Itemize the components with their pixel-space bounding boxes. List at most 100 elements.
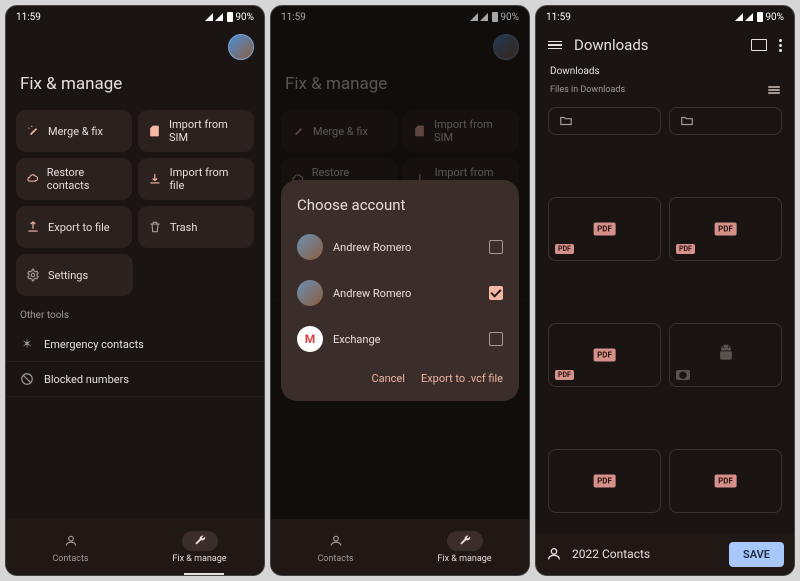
battery-pct: 90%: [765, 12, 784, 23]
export-button[interactable]: Export to .vcf file: [421, 372, 503, 385]
avatar[interactable]: [228, 34, 254, 60]
file-item[interactable]: PDF PDF: [548, 323, 661, 387]
android-label: ⬤: [676, 370, 690, 380]
avatar: [297, 234, 323, 260]
signal-icon: [745, 13, 753, 21]
folder-item[interactable]: [548, 107, 661, 135]
nav-contacts[interactable]: Contacts: [6, 519, 135, 575]
dialog-overlay: Choose account Andrew Romero Andrew Rome…: [271, 6, 529, 575]
downloads-header: Downloads: [536, 28, 794, 62]
new-folder-icon[interactable]: [751, 39, 767, 51]
exchange-avatar: M: [297, 326, 323, 352]
merge-fix-tile[interactable]: Merge & fix: [16, 110, 132, 152]
menu-icon[interactable]: [548, 41, 562, 50]
phone-screen-3: 11:59 90% Downloads Downloads Files in D…: [535, 5, 795, 576]
pdf-badge: PDF: [593, 349, 616, 362]
page-title: Downloads: [574, 36, 739, 54]
nav-label: Fix & manage: [437, 554, 491, 564]
subheader-text: Files in Downloads: [550, 85, 625, 95]
folder-item[interactable]: [669, 107, 782, 135]
account-name: Exchange: [333, 333, 479, 346]
wrench-icon: [458, 534, 472, 548]
tile-label: Trash: [170, 221, 197, 234]
nav-label: Fix & manage: [172, 554, 226, 564]
sim-icon: [148, 124, 161, 138]
file-item[interactable]: PDF: [669, 449, 782, 513]
tile-label: Import from SIM: [169, 118, 244, 144]
upload-icon: [26, 220, 40, 234]
checkbox-checked[interactable]: [489, 286, 503, 300]
wifi-icon: [735, 13, 743, 21]
emergency-contacts-row[interactable]: Emergency contacts: [6, 327, 264, 362]
file-item[interactable]: PDF: [548, 449, 661, 513]
checkbox[interactable]: [489, 332, 503, 346]
save-bar: 2022 Contacts SAVE: [536, 533, 794, 575]
file-item[interactable]: PDF PDF: [548, 197, 661, 261]
bottom-nav: Contacts Fix & manage: [271, 519, 529, 575]
pdf-badge: PDF: [714, 223, 737, 236]
download-icon: [148, 172, 162, 186]
status-bar: 11:59 90%: [536, 6, 794, 28]
breadcrumb[interactable]: Downloads: [536, 62, 794, 81]
import-file-tile[interactable]: Import from file: [138, 158, 254, 200]
battery-icon: [227, 12, 233, 22]
account-row[interactable]: Andrew Romero: [297, 270, 503, 316]
pdf-label: PDF: [555, 244, 574, 254]
battery-icon: [757, 12, 763, 22]
nav-fix-manage[interactable]: Fix & manage: [400, 519, 529, 575]
account-row[interactable]: Andrew Romero: [297, 224, 503, 270]
folder-icon: [559, 114, 573, 128]
tile-label: Import from file: [170, 166, 244, 192]
status-time: 11:59: [546, 12, 571, 23]
header: [6, 28, 264, 60]
tile-label: Settings: [48, 269, 88, 282]
list-view-icon[interactable]: [768, 86, 780, 94]
account-row[interactable]: M Exchange: [297, 316, 503, 362]
import-sim-tile[interactable]: Import from SIM: [138, 110, 254, 152]
pdf-label: PDF: [676, 244, 695, 254]
status-indicators: 90%: [205, 12, 254, 23]
phone-screen-2: 11:59 90% Fix & manage Merge & fix Impor…: [270, 5, 530, 576]
file-grid: PDF PDF PDF PDF PDF PDF ⬤ PDF PDF: [536, 99, 794, 575]
pdf-badge: PDF: [593, 223, 616, 236]
checkbox[interactable]: [489, 240, 503, 254]
export-file-tile[interactable]: Export to file: [16, 206, 132, 248]
page-title: Fix & manage: [20, 74, 264, 94]
account-name: Andrew Romero: [333, 287, 479, 300]
phone-screen-1: 11:59 90% Fix & manage Merge & fix Impor…: [5, 5, 265, 576]
signal-icon: [215, 13, 223, 21]
trash-tile[interactable]: Trash: [138, 206, 254, 248]
nav-fix-manage[interactable]: Fix & manage: [135, 519, 264, 575]
gear-icon: [26, 268, 40, 282]
file-item[interactable]: PDF PDF: [669, 197, 782, 261]
avatar: [297, 280, 323, 306]
nav-contacts[interactable]: Contacts: [271, 519, 400, 575]
more-icon[interactable]: [779, 39, 782, 52]
save-button[interactable]: SAVE: [729, 542, 784, 567]
other-tools-label: Other tools: [20, 310, 264, 321]
row-label: Emergency contacts: [44, 338, 144, 351]
settings-tile[interactable]: Settings: [16, 254, 133, 296]
wifi-icon: [205, 13, 213, 21]
status-bar: 11:59 90%: [6, 6, 264, 28]
choose-account-dialog: Choose account Andrew Romero Andrew Rome…: [281, 180, 519, 401]
filename[interactable]: 2022 Contacts: [572, 547, 719, 561]
restore-tile[interactable]: Restore contacts: [16, 158, 132, 200]
pdf-badge: PDF: [593, 475, 616, 488]
person-icon: [64, 534, 78, 548]
blocked-numbers-row[interactable]: Blocked numbers: [6, 362, 264, 397]
wand-icon: [26, 124, 40, 138]
dialog-actions: Cancel Export to .vcf file: [297, 372, 503, 385]
nav-label: Contacts: [317, 554, 353, 564]
subheader: Files in Downloads: [536, 81, 794, 99]
android-icon: [716, 343, 736, 367]
battery-pct: 90%: [235, 12, 254, 23]
person-icon: [546, 546, 562, 562]
pdf-label: PDF: [555, 370, 574, 380]
folder-icon: [680, 114, 694, 128]
trash-icon: [148, 220, 162, 234]
status-indicators: 90%: [735, 12, 784, 23]
file-item[interactable]: ⬤: [669, 323, 782, 387]
cancel-button[interactable]: Cancel: [371, 372, 404, 385]
block-icon: [20, 372, 34, 386]
